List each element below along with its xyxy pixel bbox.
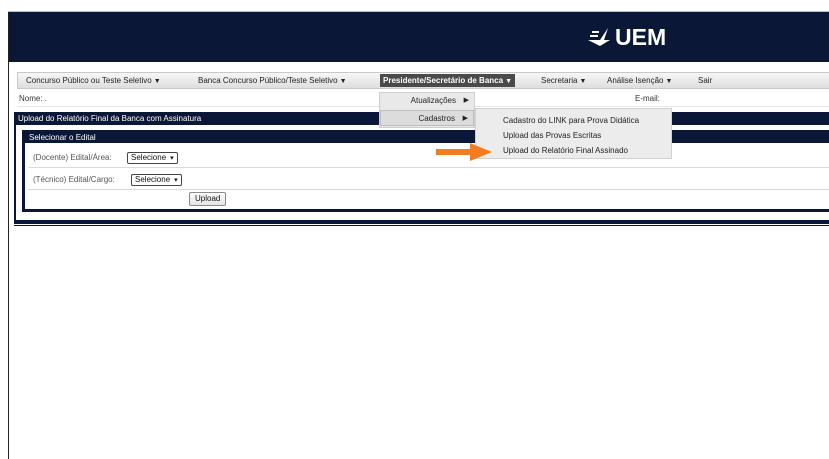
menu-secretaria-label: Secretaria [541, 76, 578, 85]
chevron-down-icon: ▼ [505, 78, 512, 85]
dropdown-item-atualizacoes-label: Atualizações [410, 96, 456, 105]
upload-button[interactable]: Upload [189, 192, 227, 206]
menu-sair-label: Sair [698, 76, 713, 85]
docente-label: (Docente) Edital/Área: [33, 153, 112, 162]
uem-logo-icon [588, 28, 610, 46]
menu-analise-label: Análise Isenção [607, 76, 664, 85]
docente-select-value: Selecione [131, 153, 167, 162]
orange-arrow-icon [436, 143, 492, 161]
chevron-down-icon: ▾ [174, 177, 178, 184]
edital-section-title: Selecionar o Edital [25, 132, 829, 143]
dropdown-item-atualizacoes[interactable]: Atualizações ▶ [380, 93, 474, 109]
menu-secretaria[interactable]: Secretaria ▼ [541, 73, 586, 88]
chevron-down-icon: ▼ [665, 78, 673, 85]
chevron-down-icon: ▾ [170, 155, 174, 162]
main-menubar: Concurso Público ou Teste Seletivo ▼ Banc… [17, 72, 829, 89]
email-label: E-mail: [635, 94, 660, 103]
tecnico-label: (Técnico) Edital/Cargo: [33, 175, 115, 184]
menu-concurso[interactable]: Concurso Público ou Teste Seletivo ▼ [26, 73, 161, 88]
nome-label: Nome: . [19, 94, 48, 103]
tecnico-select-value: Selecione [135, 175, 171, 184]
panel-bottom-lines [14, 222, 829, 226]
presidente-dropdown: Atualizações ▶ Cadastros ▶ [379, 92, 475, 128]
chevron-right-icon: ▶ [462, 115, 468, 122]
chevron-down-icon: ▼ [579, 78, 587, 85]
menu-presidente-label: Presidente/Secretário de Banca [383, 76, 504, 85]
menu-analise[interactable]: Análise Isenção ▼ [607, 73, 672, 88]
submenu-item-provas[interactable]: Upload das Provas Escritas [503, 131, 601, 140]
chevron-down-icon: ▼ [153, 78, 161, 85]
dropdown-item-cadastros-label: Cadastros [418, 114, 455, 123]
chevron-right-icon: ▶ [463, 97, 469, 104]
dropdown-item-cadastros[interactable]: Cadastros ▶ [380, 110, 474, 126]
submenu-item-relatorio[interactable]: Upload do Relatório Final Assinado [503, 146, 628, 155]
menu-concurso-label: Concurso Público ou Teste Seletivo [26, 76, 152, 85]
row-divider [28, 167, 829, 168]
header-banner [9, 12, 829, 62]
menu-presidente[interactable]: Presidente/Secretário de Banca ▼ [380, 74, 515, 87]
menu-sair[interactable]: Sair [698, 73, 712, 88]
cadastros-submenu: Cadastro do LINK para Prova Didática Upl… [475, 108, 672, 159]
left-border [8, 12, 9, 459]
docente-select[interactable]: Selecione ▾ [127, 152, 178, 164]
menu-banca[interactable]: Banca Concurso Público/Teste Seletivo ▼ [198, 73, 347, 88]
tecnico-select[interactable]: Selecione ▾ [131, 174, 182, 186]
logo-text: UEM [615, 23, 667, 50]
chevron-down-icon: ▼ [339, 78, 347, 85]
uem-logo: UEM [586, 24, 696, 50]
menu-banca-label: Banca Concurso Público/Teste Seletivo [198, 76, 338, 85]
row-divider [28, 189, 829, 190]
submenu-item-link[interactable]: Cadastro do LINK para Prova Didática [503, 116, 639, 125]
